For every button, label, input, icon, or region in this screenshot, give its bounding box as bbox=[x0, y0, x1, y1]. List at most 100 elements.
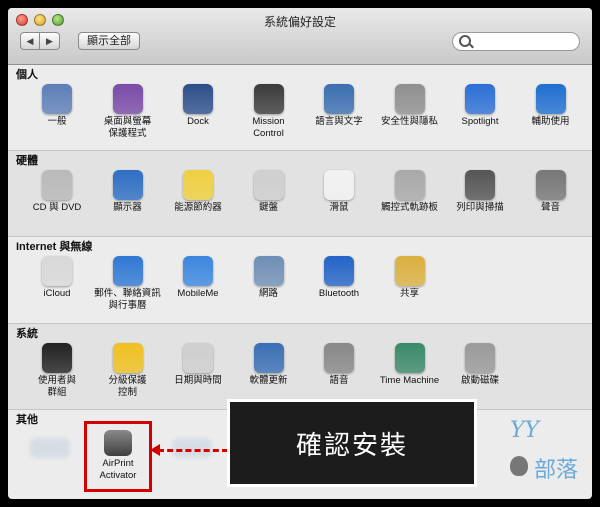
pref-pane-item[interactable]: 共享 bbox=[375, 256, 445, 300]
pref-pane-item[interactable]: Mission Control bbox=[234, 84, 304, 140]
time-machine-icon bbox=[394, 343, 425, 373]
pref-pane-label: Spotlight bbox=[461, 116, 499, 127]
window-title: 系統偏好設定 bbox=[263, 15, 336, 29]
callout-text: 確認安裝 bbox=[295, 429, 408, 460]
pref-pane-item[interactable]: 分級保護 控制 bbox=[93, 343, 163, 399]
parental-controls-icon bbox=[112, 343, 143, 373]
blurred-icon bbox=[30, 438, 70, 458]
pref-pane-label: 啟動磁碟 bbox=[460, 375, 499, 386]
pref-pane-label: CD 與 DVD bbox=[32, 202, 82, 213]
mail-contacts-icon bbox=[112, 256, 143, 286]
pref-pane-label: Bluetooth bbox=[318, 288, 360, 299]
pref-pane-item[interactable]: 觸控式軌跡板 bbox=[375, 170, 445, 214]
pref-pane-label: iCloud bbox=[43, 288, 71, 299]
pref-pane-item[interactable]: 使用者與 群組 bbox=[22, 343, 92, 399]
pref-pane-item[interactable]: 安全性與隱私 bbox=[375, 84, 445, 128]
pref-pane-label: 安全性與隱私 bbox=[380, 116, 438, 127]
pref-pane-item[interactable]: 聲音 bbox=[516, 170, 586, 214]
callout-arrow bbox=[158, 449, 228, 452]
trackpad-icon bbox=[394, 170, 425, 200]
pref-pane-label: 共享 bbox=[399, 288, 419, 299]
icloud-icon bbox=[42, 256, 72, 286]
pref-pane-item[interactable]: Dock bbox=[163, 84, 233, 128]
search-field[interactable] bbox=[452, 32, 580, 51]
pref-pane-item[interactable]: MobileMe bbox=[163, 256, 233, 300]
pref-pane-item[interactable]: 一般 bbox=[22, 84, 92, 128]
pref-pane-item[interactable]: 輔助使用 bbox=[516, 84, 586, 128]
accessibility-icon bbox=[535, 84, 566, 114]
pref-pane-label: MobileMe bbox=[177, 288, 219, 299]
pref-pane-label: 軟體更新 bbox=[249, 375, 288, 386]
pref-pane-item[interactable]: 顯示器 bbox=[93, 170, 163, 214]
startup-disk-icon bbox=[465, 343, 495, 373]
blog-watermark: YY 部落 bbox=[504, 418, 584, 488]
pref-pane-item[interactable]: 語言與文字 bbox=[304, 84, 374, 128]
software-update-icon bbox=[253, 343, 284, 373]
pref-pane-item[interactable]: 啟動磁碟 bbox=[445, 343, 515, 387]
spotlight-icon bbox=[465, 84, 495, 114]
sharing-icon bbox=[394, 256, 425, 286]
section: 硬體 CD 與 DVD 顯示器 能源節約器 鍵盤 滑鼠 觸控式軌跡板 列印與掃描 聲音 bbox=[8, 150, 592, 236]
section: 系統 使用者與 群組 分級保護 控制 日期與時間 軟體更新 語音 Time Machine 啟… bbox=[8, 323, 592, 409]
pref-pane-item[interactable]: 鍵盤 bbox=[234, 170, 304, 214]
title-bar: 系統偏好設定 ◀ ▶ 顯示全部 bbox=[8, 8, 592, 65]
pref-pane-label: 語言與文字 bbox=[315, 116, 363, 127]
pref-pane-label: 鍵盤 bbox=[258, 202, 278, 213]
dock-icon bbox=[183, 84, 213, 114]
show-all-button[interactable]: 顯示全部 bbox=[78, 32, 140, 50]
pref-pane-label: 桌面與螢幕 保護程式 bbox=[103, 116, 152, 139]
speech-icon bbox=[324, 343, 354, 373]
pref-pane-label: Time Machine bbox=[379, 375, 440, 386]
network-icon bbox=[253, 256, 284, 286]
back-button[interactable]: ◀ bbox=[20, 32, 40, 50]
pref-pane-label: 滑鼠 bbox=[329, 202, 349, 213]
print-scan-icon bbox=[465, 170, 495, 200]
pref-pane-item[interactable]: 網路 bbox=[234, 256, 304, 300]
pref-pane-label: 聲音 bbox=[540, 202, 560, 213]
watermark-yy: YY bbox=[510, 418, 540, 443]
pref-pane-label: Mission Control bbox=[252, 116, 285, 139]
date-time-icon bbox=[183, 343, 213, 373]
pref-pane-label: 分級保護 控制 bbox=[108, 375, 147, 398]
mouse-icon bbox=[324, 170, 354, 200]
sound-icon bbox=[535, 170, 566, 200]
search-icon bbox=[459, 35, 471, 47]
blurred-icon bbox=[172, 438, 212, 458]
section-title: Internet 與無線 bbox=[16, 241, 93, 253]
pref-pane-item[interactable]: Time Machine bbox=[375, 343, 445, 387]
section: 個人 一般 桌面與螢幕 保護程式 Dock Mission Control 語言與文字 安全… bbox=[8, 64, 592, 150]
nav-buttons: ◀ ▶ bbox=[20, 32, 60, 50]
section-divider bbox=[8, 323, 592, 324]
mobileme-icon bbox=[183, 256, 213, 286]
section-title: 硬體 bbox=[16, 155, 38, 167]
pref-pane-label: 使用者與 群組 bbox=[37, 375, 76, 398]
pref-pane-label: 列印與掃描 bbox=[456, 202, 504, 213]
pref-pane-label: 輔助使用 bbox=[531, 116, 570, 127]
pref-pane-item[interactable]: CD 與 DVD bbox=[22, 170, 92, 214]
pref-pane-item[interactable]: 郵件、聯絡資訊 與行事曆 bbox=[93, 256, 163, 312]
general-icon bbox=[42, 84, 72, 114]
pref-pane-item[interactable]: 桌面與螢幕 保護程式 bbox=[93, 84, 163, 140]
section-divider bbox=[8, 150, 592, 151]
pref-pane-item[interactable]: 語音 bbox=[304, 343, 374, 387]
pref-pane-item[interactable]: Bluetooth bbox=[304, 256, 374, 300]
apple-logo-icon bbox=[510, 456, 528, 476]
pref-pane-item[interactable]: iCloud bbox=[22, 256, 92, 300]
pref-pane-item[interactable]: Spotlight bbox=[445, 84, 515, 128]
pref-pane-item[interactable]: 日期與時間 bbox=[163, 343, 233, 387]
pref-pane-label: 觸控式軌跡板 bbox=[380, 202, 438, 213]
pref-pane-item[interactable]: 滑鼠 bbox=[304, 170, 374, 214]
pref-pane-label: 網路 bbox=[258, 288, 278, 299]
pref-pane-item[interactable]: 能源節約器 bbox=[163, 170, 233, 214]
forward-button[interactable]: ▶ bbox=[40, 32, 60, 50]
section-divider bbox=[8, 236, 592, 237]
pref-pane-item[interactable]: 軟體更新 bbox=[234, 343, 304, 387]
callout-box: 確認安裝 bbox=[227, 399, 477, 487]
section-title: 其他 bbox=[16, 414, 38, 426]
pref-pane-label: 郵件、聯絡資訊 與行事曆 bbox=[94, 288, 161, 311]
pref-pane-item[interactable]: 列印與掃描 bbox=[445, 170, 515, 214]
pref-pane-label: 一般 bbox=[47, 116, 67, 127]
watermark-text: 部落 bbox=[534, 457, 579, 482]
language-icon bbox=[324, 84, 354, 114]
section: Internet 與無線 iCloud 郵件、聯絡資訊 與行事曆 MobileMe 網路… bbox=[8, 236, 592, 323]
